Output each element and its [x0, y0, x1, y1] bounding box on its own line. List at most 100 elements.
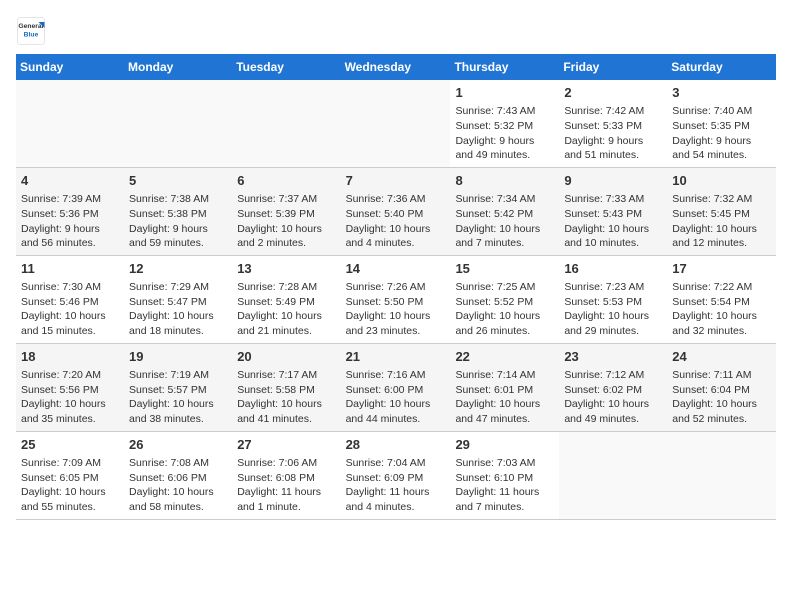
calendar-cell: 17Sunrise: 7:22 AM Sunset: 5:54 PM Dayli…: [667, 255, 776, 343]
day-info: Sunrise: 7:39 AM Sunset: 5:36 PM Dayligh…: [21, 193, 101, 249]
day-number: 11: [21, 260, 119, 278]
day-info: Sunrise: 7:37 AM Sunset: 5:39 PM Dayligh…: [237, 193, 322, 249]
day-info: Sunrise: 7:12 AM Sunset: 6:02 PM Dayligh…: [564, 369, 649, 425]
day-number: 14: [346, 260, 446, 278]
day-number: 24: [672, 348, 771, 366]
calendar-cell: 4 Sunrise: 7:39 AM Sunset: 5:36 PM Daylig…: [16, 167, 124, 255]
calendar-cell: [341, 80, 451, 167]
day-info: Sunrise: 7:08 AM Sunset: 6:06 PM Dayligh…: [129, 457, 214, 513]
day-header-saturday: Saturday: [667, 54, 776, 80]
calendar-cell: 18Sunrise: 7:20 AM Sunset: 5:56 PM Dayli…: [16, 343, 124, 431]
day-info: Sunrise: 7:17 AM Sunset: 5:58 PM Dayligh…: [237, 369, 322, 425]
day-info: Sunrise: 7:09 AM Sunset: 6:05 PM Dayligh…: [21, 457, 106, 513]
day-number: 18: [21, 348, 119, 366]
day-number: 16: [564, 260, 662, 278]
calendar-cell: 20 Sunrise: 7:17 AM Sunset: 5:58 PM Dayli…: [232, 343, 340, 431]
calendar-cell: 13Sunrise: 7:28 AM Sunset: 5:49 PM Dayli…: [232, 255, 340, 343]
day-info: Sunrise: 7:40 AM Sunset: 5:35 PM Dayligh…: [672, 105, 752, 161]
day-number: 27: [237, 436, 335, 454]
day-info: Sunrise: 7:23 AM Sunset: 5:53 PM Dayligh…: [564, 281, 649, 337]
day-info: Sunrise: 7:33 AM Sunset: 5:43 PM Dayligh…: [564, 193, 649, 249]
calendar-cell: 11 Sunrise: 7:30 AM Sunset: 5:46 PM Dayli…: [16, 255, 124, 343]
calendar-cell: 21Sunrise: 7:16 AM Sunset: 6:00 PM Dayli…: [341, 343, 451, 431]
calendar-cell: 3 Sunrise: 7:40 AM Sunset: 5:35 PM Daylig…: [667, 80, 776, 167]
calendar-cell: 7 Sunrise: 7:36 AM Sunset: 5:40 PM Daylig…: [341, 167, 451, 255]
calendar-cell: 6 Sunrise: 7:37 AM Sunset: 5:39 PM Daylig…: [232, 167, 340, 255]
day-info: Sunrise: 7:03 AM Sunset: 6:10 PM Dayligh…: [455, 457, 539, 513]
day-number: 5: [129, 172, 227, 190]
calendar-cell: [667, 431, 776, 519]
calendar-cell: 24 Sunrise: 7:11 AM Sunset: 6:04 PM Dayli…: [667, 343, 776, 431]
day-info: Sunrise: 7:43 AM Sunset: 5:32 PM Dayligh…: [455, 105, 535, 161]
day-number: 22: [455, 348, 554, 366]
logo: General Blue: [16, 16, 46, 46]
day-number: 6: [237, 172, 335, 190]
day-info: Sunrise: 7:29 AM Sunset: 5:47 PM Dayligh…: [129, 281, 214, 337]
day-info: Sunrise: 7:06 AM Sunset: 6:08 PM Dayligh…: [237, 457, 321, 513]
week-row-4: 18Sunrise: 7:20 AM Sunset: 5:56 PM Dayli…: [16, 343, 776, 431]
day-number: 9: [564, 172, 662, 190]
svg-text:Blue: Blue: [24, 31, 39, 38]
calendar-cell: 16 Sunrise: 7:23 AM Sunset: 5:53 PM Dayli…: [559, 255, 667, 343]
day-info: Sunrise: 7:38 AM Sunset: 5:38 PM Dayligh…: [129, 193, 209, 249]
calendar-cell: [124, 80, 232, 167]
calendar-cell: 28 Sunrise: 7:04 AM Sunset: 6:09 PM Dayli…: [341, 431, 451, 519]
day-number: 12: [129, 260, 227, 278]
day-number: 1: [455, 84, 554, 102]
day-info: Sunrise: 7:26 AM Sunset: 5:50 PM Dayligh…: [346, 281, 431, 337]
day-number: 3: [672, 84, 771, 102]
day-info: Sunrise: 7:34 AM Sunset: 5:42 PM Dayligh…: [455, 193, 540, 249]
day-info: Sunrise: 7:11 AM Sunset: 6:04 PM Dayligh…: [672, 369, 757, 425]
calendar-cell: 14 Sunrise: 7:26 AM Sunset: 5:50 PM Dayli…: [341, 255, 451, 343]
day-number: 25: [21, 436, 119, 454]
day-number: 8: [455, 172, 554, 190]
svg-text:General: General: [18, 23, 43, 30]
calendar-cell: 9 Sunrise: 7:33 AM Sunset: 5:43 PM Daylig…: [559, 167, 667, 255]
calendar-cell: 26 Sunrise: 7:08 AM Sunset: 6:06 PM Dayli…: [124, 431, 232, 519]
calendar-cell: 27 Sunrise: 7:06 AM Sunset: 6:08 PM Dayli…: [232, 431, 340, 519]
week-row-5: 25 Sunrise: 7:09 AM Sunset: 6:05 PM Dayli…: [16, 431, 776, 519]
calendar-cell: [232, 80, 340, 167]
calendar-cell: 5 Sunrise: 7:38 AM Sunset: 5:38 PM Daylig…: [124, 167, 232, 255]
day-info: Sunrise: 7:04 AM Sunset: 6:09 PM Dayligh…: [346, 457, 430, 513]
day-number: 4: [21, 172, 119, 190]
calendar-cell: 12 Sunrise: 7:29 AM Sunset: 5:47 PM Dayli…: [124, 255, 232, 343]
day-header-wednesday: Wednesday: [341, 54, 451, 80]
day-number: 7: [346, 172, 446, 190]
day-header-sunday: Sunday: [16, 54, 124, 80]
logo-icon: General Blue: [16, 16, 46, 46]
calendar-cell: 1 Sunrise: 7:43 AM Sunset: 5:32 PM Daylig…: [450, 80, 559, 167]
day-info: Sunrise: 7:19 AM Sunset: 5:57 PM Dayligh…: [129, 369, 214, 425]
calendar-cell: 19 Sunrise: 7:19 AM Sunset: 5:57 PM Dayli…: [124, 343, 232, 431]
calendar-cell: 15 Sunrise: 7:25 AM Sunset: 5:52 PM Dayli…: [450, 255, 559, 343]
week-row-2: 4 Sunrise: 7:39 AM Sunset: 5:36 PM Daylig…: [16, 167, 776, 255]
day-number: 15: [455, 260, 554, 278]
day-info: Sunrise: 7:32 AM Sunset: 5:45 PM Dayligh…: [672, 193, 757, 249]
header-row: SundayMondayTuesdayWednesdayThursdayFrid…: [16, 54, 776, 80]
day-info: Sunrise: 7:25 AM Sunset: 5:52 PM Dayligh…: [455, 281, 540, 337]
calendar-cell: 25 Sunrise: 7:09 AM Sunset: 6:05 PM Dayli…: [16, 431, 124, 519]
day-number: 29: [455, 436, 554, 454]
day-header-friday: Friday: [559, 54, 667, 80]
day-number: 28: [346, 436, 446, 454]
calendar-cell: [16, 80, 124, 167]
day-number: 23: [564, 348, 662, 366]
calendar-cell: 10 Sunrise: 7:32 AM Sunset: 5:45 PM Dayli…: [667, 167, 776, 255]
calendar-cell: 29 Sunrise: 7:03 AM Sunset: 6:10 PM Dayli…: [450, 431, 559, 519]
calendar-table: SundayMondayTuesdayWednesdayThursdayFrid…: [16, 54, 776, 520]
calendar-cell: 22Sunrise: 7:14 AM Sunset: 6:01 PM Dayli…: [450, 343, 559, 431]
day-number: 26: [129, 436, 227, 454]
day-number: 10: [672, 172, 771, 190]
day-number: 20: [237, 348, 335, 366]
day-header-tuesday: Tuesday: [232, 54, 340, 80]
day-info: Sunrise: 7:22 AM Sunset: 5:54 PM Dayligh…: [672, 281, 757, 337]
day-info: Sunrise: 7:28 AM Sunset: 5:49 PM Dayligh…: [237, 281, 322, 337]
day-info: Sunrise: 7:30 AM Sunset: 5:46 PM Dayligh…: [21, 281, 106, 337]
day-number: 19: [129, 348, 227, 366]
day-info: Sunrise: 7:36 AM Sunset: 5:40 PM Dayligh…: [346, 193, 431, 249]
calendar-cell: 23 Sunrise: 7:12 AM Sunset: 6:02 PM Dayli…: [559, 343, 667, 431]
calendar-cell: [559, 431, 667, 519]
header: General Blue: [16, 16, 776, 46]
day-header-thursday: Thursday: [450, 54, 559, 80]
calendar-cell: 8 Sunrise: 7:34 AM Sunset: 5:42 PM Daylig…: [450, 167, 559, 255]
